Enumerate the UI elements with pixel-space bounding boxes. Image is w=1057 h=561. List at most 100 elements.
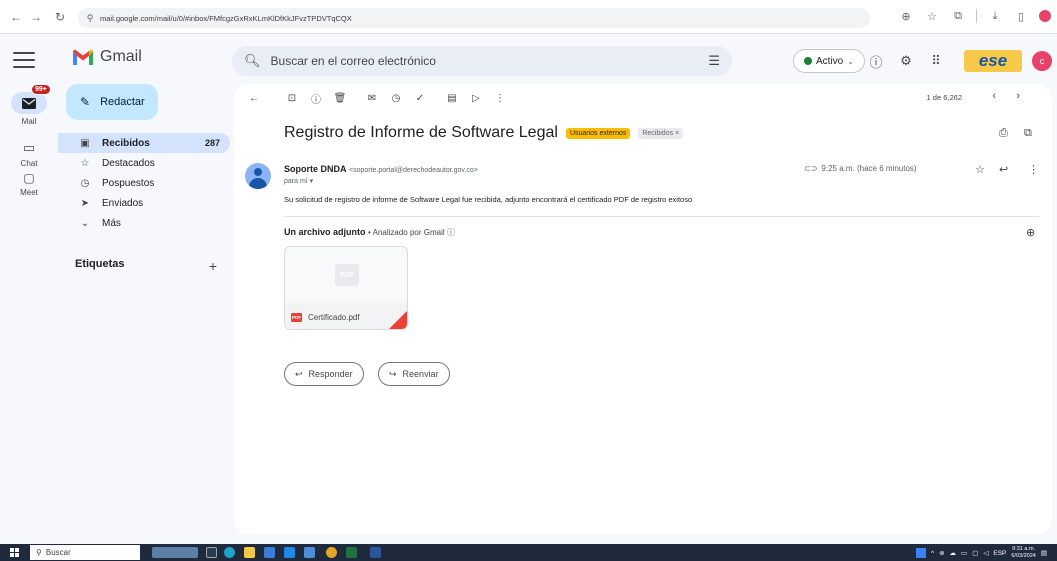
add-task-icon[interactable]: ✓ bbox=[412, 90, 428, 106]
reply-icon[interactable]: ↩ bbox=[999, 163, 1008, 176]
message-body: Su solicitud de registro de informe de S… bbox=[284, 195, 693, 204]
sidebar-item-inbox[interactable]: ▣ Recibidos 287 bbox=[58, 133, 230, 153]
extensions-icon[interactable]: ⧉ bbox=[950, 8, 966, 24]
organization-logo[interactable]: ese bbox=[964, 50, 1022, 72]
lync-icon[interactable] bbox=[304, 547, 315, 558]
star-message-icon[interactable]: ☆ bbox=[975, 163, 985, 176]
tray-app-icon[interactable] bbox=[916, 548, 927, 558]
apps-grid-icon[interactable]: ⠿ bbox=[926, 51, 946, 71]
windows-start-icon[interactable] bbox=[10, 548, 19, 557]
left-rail: 99+ Mail ▭ Chat ▢ Meet bbox=[0, 34, 58, 544]
mail-badge: 99+ bbox=[31, 84, 51, 95]
send-icon: ➤ bbox=[80, 197, 90, 209]
add-to-drive-icon[interactable]: ⊕ bbox=[1026, 226, 1035, 239]
search-placeholder: Buscar en el correo electrónico bbox=[270, 54, 436, 68]
taskbar-clock[interactable]: 9:31 a.m. 6/03/2024 bbox=[1011, 546, 1035, 560]
tray-cloud-icon[interactable]: ☁ bbox=[950, 549, 957, 557]
reply-arrow-icon: ↩ bbox=[295, 368, 303, 379]
pdf-corner-mark bbox=[389, 311, 407, 329]
task-view-icon[interactable] bbox=[206, 547, 217, 558]
word-icon[interactable] bbox=[370, 547, 381, 558]
message-time: ⊂⊃ 9:25 a.m. (hace 6 minutos) bbox=[804, 164, 917, 173]
site-info-icon[interactable]: ⚲ bbox=[84, 12, 96, 24]
rail-chat[interactable]: ▭ Chat bbox=[0, 140, 58, 168]
tray-chevron-icon[interactable]: ^ bbox=[931, 550, 934, 557]
back-icon[interactable]: ← bbox=[6, 7, 26, 27]
inbox-label-chip[interactable]: Recibidos × bbox=[638, 127, 684, 139]
download-icon[interactable]: ⤓ bbox=[987, 8, 1003, 24]
status-selector[interactable]: Activo ⌄ bbox=[793, 49, 865, 73]
sidebar-item-snoozed[interactable]: ◷ Pospuestos bbox=[58, 173, 230, 193]
excel-icon[interactable] bbox=[346, 547, 357, 558]
sender-name[interactable]: Soporte DNDA bbox=[284, 164, 347, 174]
next-message-icon[interactable]: › bbox=[1016, 90, 1020, 102]
sidebar-item-sent[interactable]: ➤ Enviados bbox=[58, 193, 230, 213]
notifications-icon[interactable]: ▤ bbox=[1041, 549, 1047, 557]
recipient-line[interactable]: para mí ▾ bbox=[284, 177, 313, 185]
meet-icon: ▢ bbox=[23, 171, 35, 185]
move-to-icon[interactable]: ▤ bbox=[444, 90, 460, 106]
sidebar-item-starred[interactable]: ☆ Destacados bbox=[58, 153, 230, 173]
explorer-icon[interactable] bbox=[244, 547, 255, 558]
add-label-icon[interactable]: + bbox=[209, 258, 217, 274]
forward-icon[interactable]: → bbox=[26, 7, 46, 27]
chevron-down-icon: ⌄ bbox=[80, 217, 90, 229]
attachment-card[interactable]: PDF PDF Certificado.pdf bbox=[284, 246, 408, 330]
open-new-window-icon[interactable]: ⧉ bbox=[1024, 127, 1032, 140]
tray-network-icon[interactable]: ⊚ bbox=[939, 549, 944, 557]
snooze-icon[interactable]: ◷ bbox=[388, 90, 404, 106]
prev-message-icon[interactable]: ‹ bbox=[992, 90, 996, 102]
search-icon[interactable]: 🔍︎ bbox=[244, 53, 261, 69]
search-input[interactable]: 🔍︎ Buscar en el correo electrónico ☰ bbox=[232, 46, 732, 76]
address-bar[interactable]: ⚲ mail.google.com/mail/u/0/#inbox/FMfcgz… bbox=[78, 8, 870, 28]
attachment-clip-icon: ⊂⊃ bbox=[804, 164, 818, 173]
system-tray: ^ ⊚ ☁ ▭ ▢ ◁ ESP 9:31 a.m. 6/03/2024 ▤ bbox=[916, 546, 1047, 560]
sidepanel-icon[interactable]: ▯ bbox=[1013, 8, 1029, 24]
rail-meet[interactable]: ▢ Meet bbox=[0, 171, 58, 197]
chat-icon: ▭ bbox=[22, 140, 36, 155]
pdf-badge-icon: PDF bbox=[291, 312, 302, 322]
taskbar-search[interactable]: ⚲ Buscar bbox=[30, 545, 140, 560]
print-icon[interactable]: ⎙ bbox=[999, 127, 1008, 140]
clock-date: 6/03/2024 bbox=[1011, 553, 1036, 559]
search-options-icon[interactable]: ☰ bbox=[708, 53, 720, 69]
message-more-icon[interactable]: ⋮ bbox=[1028, 163, 1039, 176]
report-spam-icon[interactable]: ⓘ bbox=[308, 90, 324, 106]
rail-meet-label: Meet bbox=[20, 188, 38, 197]
tray-display-icon[interactable]: ▭ bbox=[961, 549, 967, 557]
chrome-icon[interactable] bbox=[326, 547, 337, 558]
settings-gear-icon[interactable]: ⚙ bbox=[896, 51, 916, 71]
sidebar-item-more[interactable]: ⌄ Más bbox=[58, 213, 230, 233]
gmail-logo[interactable]: Gmail bbox=[72, 48, 142, 66]
browser-profile-icon[interactable] bbox=[1039, 10, 1051, 22]
search-icon: ⚲ bbox=[36, 548, 42, 557]
mail-app-icon[interactable] bbox=[284, 547, 295, 558]
bookmark-star-icon[interactable]: ☆ bbox=[924, 8, 940, 24]
edge-icon[interactable] bbox=[224, 547, 235, 558]
store-icon[interactable] bbox=[264, 547, 275, 558]
sidebar-nav: ▣ Recibidos 287 ☆ Destacados ◷ Pospuesto… bbox=[58, 133, 230, 233]
main-menu-icon[interactable] bbox=[13, 52, 35, 68]
reload-icon[interactable]: ↻ bbox=[50, 7, 70, 27]
help-icon[interactable]: ⓘ bbox=[866, 51, 886, 71]
account-avatar[interactable]: c bbox=[1032, 51, 1052, 71]
zoom-icon[interactable]: ⊕ bbox=[898, 8, 914, 24]
sender-email: <soporte.portal@derechodeautor.gov.co> bbox=[349, 167, 478, 174]
forward-button[interactable]: ↪ Reenviar bbox=[378, 362, 450, 386]
taskbar-widget-icon[interactable] bbox=[152, 547, 198, 558]
more-options-icon[interactable]: ⋮ bbox=[492, 90, 508, 106]
label-icon[interactable]: ▷ bbox=[468, 90, 484, 106]
tray-volume-icon[interactable]: ◁ bbox=[983, 549, 988, 557]
tray-language[interactable]: ESP bbox=[993, 550, 1006, 557]
compose-button[interactable]: ✎ Redactar bbox=[66, 84, 158, 120]
delete-icon[interactable]: 🗑︎ bbox=[332, 90, 348, 106]
reply-button[interactable]: ↩ Responder bbox=[284, 362, 364, 386]
sender-avatar[interactable] bbox=[245, 163, 271, 189]
mark-unread-icon[interactable]: ✉ bbox=[364, 90, 380, 106]
back-to-inbox-icon[interactable]: ← bbox=[246, 90, 262, 106]
compose-label: Redactar bbox=[100, 96, 145, 108]
tray-battery-icon[interactable]: ▢ bbox=[972, 549, 978, 557]
rail-mail[interactable]: 99+ Mail bbox=[0, 84, 58, 126]
archive-icon[interactable]: ⊡ bbox=[284, 90, 300, 106]
external-users-chip[interactable]: Usuarios externos bbox=[565, 127, 631, 139]
